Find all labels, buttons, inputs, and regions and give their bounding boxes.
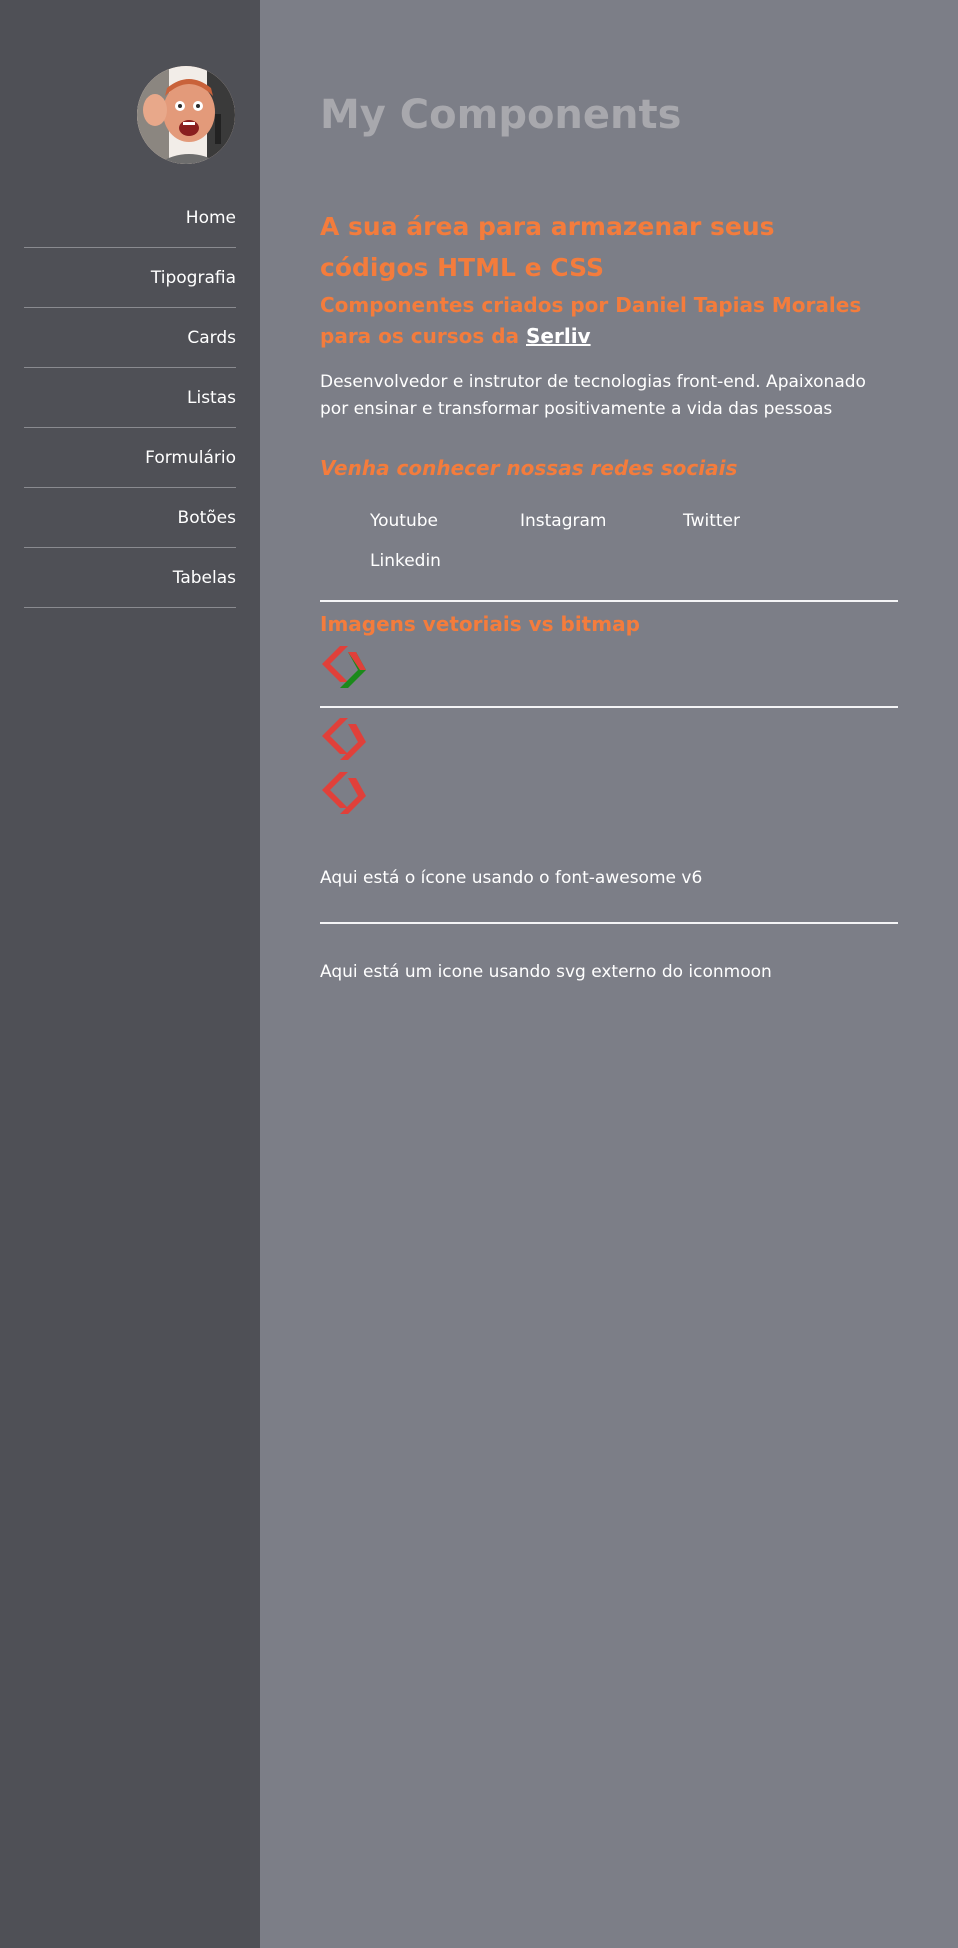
serliv-link[interactable]: Serliv (526, 324, 591, 348)
fontawesome-text: Aqui está o ícone usando o font-awesome … (320, 868, 703, 888)
nav-item-label[interactable]: Home (186, 208, 236, 228)
serliv-logo-icon (322, 718, 366, 760)
nav-item-tabelas[interactable]: Tabelas (24, 548, 236, 608)
nav-item-formulario[interactable]: Formulário (24, 428, 236, 488)
nav-item-label[interactable]: Cards (187, 328, 236, 348)
serliv-logo-icon (322, 646, 366, 688)
avatar (137, 66, 235, 164)
headline: A sua área para armazenar seus códigos H… (320, 212, 775, 282)
page-title: My Components (320, 92, 682, 138)
serliv-logo-icon (322, 772, 366, 814)
social-link-twitter[interactable]: Twitter (683, 506, 833, 546)
divider (320, 706, 898, 708)
nav-item-label[interactable]: Botões (178, 508, 236, 528)
social-links: Youtube Instagram Twitter Linkedin (370, 506, 898, 586)
divider (320, 922, 898, 924)
nav-item-home[interactable]: Home (24, 188, 236, 248)
nav-item-label[interactable]: Listas (187, 388, 236, 408)
social-link-youtube[interactable]: Youtube (370, 506, 520, 546)
divider (320, 600, 898, 602)
nav-item-label[interactable]: Tabelas (173, 568, 236, 588)
nav-item-listas[interactable]: Listas (24, 368, 236, 428)
subheadline: Componentes criados por Daniel Tapias Mo… (320, 290, 898, 352)
iconmoon-text: Aqui está um icone usando svg externo do… (320, 962, 772, 982)
social-link-instagram[interactable]: Instagram (520, 506, 683, 546)
nav-item-tipografia[interactable]: Tipografia (24, 248, 236, 308)
avatar-image (137, 66, 235, 164)
nav-item-label[interactable]: Tipografia (151, 268, 236, 288)
vector-title: Imagens vetoriais vs bitmap (320, 612, 640, 636)
sidebar: Home Tipografia Cards Listas Formulário … (0, 0, 260, 1948)
description: Desenvolvedor e instrutor de tecnologias… (320, 372, 866, 419)
social-link-linkedin[interactable]: Linkedin (370, 546, 520, 586)
sidebar-nav: Home Tipografia Cards Listas Formulário … (24, 188, 236, 608)
subheadline-text: Componentes criados por Daniel Tapias Mo… (320, 293, 862, 348)
social-title: Venha conhecer nossas redes sociais (320, 456, 738, 480)
nav-item-botoes[interactable]: Botões (24, 488, 236, 548)
nav-item-cards[interactable]: Cards (24, 308, 236, 368)
nav-item-label[interactable]: Formulário (145, 448, 236, 468)
